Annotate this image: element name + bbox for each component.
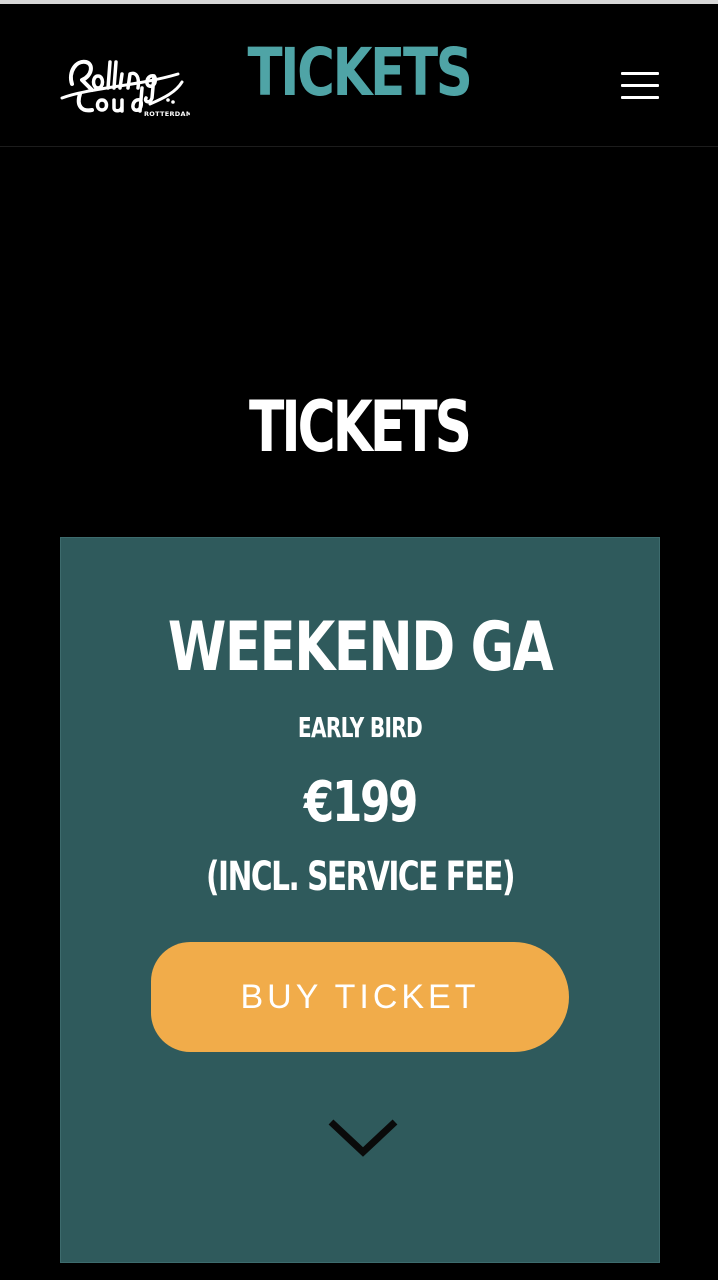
ticket-price: €199 (303, 770, 419, 835)
ticket-fee-note: (INCL. SERVICE FEE) (205, 854, 516, 900)
menu-line (621, 96, 659, 99)
ticket-name: WEEKEND GA (167, 608, 554, 687)
menu-line (621, 72, 659, 75)
page: ROTTERDAM TICKETS TICKETS WEEKEND GA EAR… (0, 0, 718, 1280)
site-header: ROTTERDAM TICKETS (0, 4, 718, 147)
header-title: TICKETS (247, 34, 473, 111)
page-title: TICKETS (248, 386, 472, 468)
ticket-phase: EARLY BIRD (297, 711, 423, 744)
hamburger-menu-icon[interactable] (616, 66, 664, 106)
chevron-down-icon[interactable] (323, 1112, 403, 1168)
menu-line (621, 84, 659, 87)
buy-ticket-button[interactable]: BUY TICKET (151, 942, 569, 1052)
ticket-card: WEEKEND GA EARLY BIRD €199 (INCL. SERVIC… (60, 537, 660, 1263)
